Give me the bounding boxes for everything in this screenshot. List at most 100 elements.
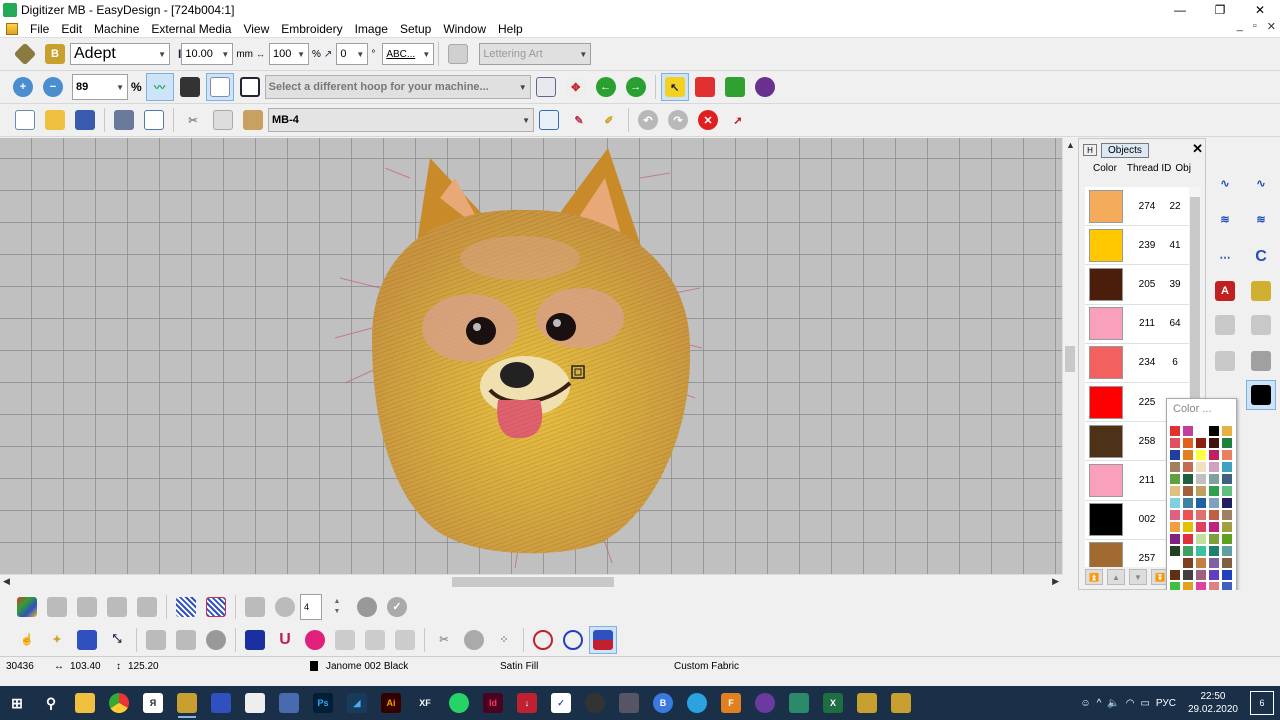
taskbar-app-j[interactable]: [852, 688, 882, 718]
pattern-tool-button[interactable]: [1246, 310, 1276, 340]
shape-b-button[interactable]: [361, 626, 389, 654]
color-swatch[interactable]: [1169, 425, 1181, 437]
scroll-thumb[interactable]: [452, 577, 614, 587]
scroll-up-icon[interactable]: ▲: [1066, 140, 1075, 150]
rotate-ccw-button[interactable]: [559, 626, 587, 654]
minimize-button[interactable]: —: [1160, 0, 1200, 20]
show-hoop-button[interactable]: [176, 73, 204, 101]
move-hoop-button[interactable]: ✥: [562, 73, 590, 101]
color-replace-button[interactable]: [721, 73, 749, 101]
color-swatch[interactable]: [1195, 497, 1207, 509]
hoop-select-button[interactable]: [236, 73, 264, 101]
language-indicator[interactable]: РУС: [1156, 698, 1176, 709]
color-swatch[interactable]: [1208, 545, 1220, 557]
color-swatch[interactable]: [1169, 557, 1181, 569]
color-swatch[interactable]: [1169, 509, 1181, 521]
paint-tool-button[interactable]: [1246, 346, 1276, 376]
taskbar-telegram[interactable]: [682, 688, 712, 718]
color-swatch[interactable]: [1195, 473, 1207, 485]
object-row[interactable]: 239 41: [1085, 226, 1189, 266]
text-style-select[interactable]: ABC... ▼: [382, 43, 435, 65]
taskbar-download[interactable]: ↓: [512, 688, 542, 718]
menu-setup[interactable]: Setup: [394, 22, 437, 36]
color-swatch[interactable]: [1208, 533, 1220, 545]
menu-window[interactable]: Window: [437, 22, 492, 36]
person-icon[interactable]: ☺: [1080, 698, 1090, 709]
color-swatch[interactable]: [1208, 485, 1220, 497]
taskbar-whatsapp[interactable]: [444, 688, 474, 718]
color-swatch[interactable]: [1221, 485, 1233, 497]
magic-wand-button[interactable]: ✦: [43, 626, 71, 654]
move-down-button[interactable]: ▼: [1129, 569, 1147, 585]
color-swatch[interactable]: [1221, 437, 1233, 449]
object-row[interactable]: 211 64: [1085, 304, 1189, 344]
clock[interactable]: 22:50 29.02.2020: [1188, 690, 1238, 716]
taskbar-app-d[interactable]: [580, 688, 610, 718]
color-swatch[interactable]: [1182, 461, 1194, 473]
hoop-select[interactable]: Select a different hoop for your machine…: [264, 75, 531, 99]
fill-tool-button[interactable]: ≋: [1210, 204, 1240, 234]
color-swatch[interactable]: [1182, 569, 1194, 581]
palette-button[interactable]: [751, 73, 779, 101]
rotate-button[interactable]: [133, 593, 161, 621]
taskbar-indesign[interactable]: Id: [478, 688, 508, 718]
color-swatch[interactable]: [1195, 449, 1207, 461]
color-swatch[interactable]: [1208, 557, 1220, 569]
menu-image[interactable]: Image: [349, 22, 394, 36]
stepper-arrows[interactable]: ▲ ▼: [323, 593, 351, 621]
zoom-in-button[interactable]: +: [9, 73, 37, 101]
color-swatch[interactable]: [1169, 569, 1181, 581]
save-button[interactable]: [71, 106, 99, 134]
undo-button[interactable]: ↶: [634, 106, 662, 134]
select-tool-button[interactable]: ↖: [660, 73, 689, 101]
taskbar-app-e[interactable]: [614, 688, 644, 718]
font-select[interactable]: Adept ▼: [70, 43, 170, 65]
color-swatch[interactable]: [1169, 521, 1181, 533]
color-swatch[interactable]: [1169, 497, 1181, 509]
color-swatch[interactable]: [1208, 425, 1220, 437]
object-row[interactable]: 234 6: [1085, 343, 1189, 383]
hand-tool-button[interactable]: ☝: [13, 626, 41, 654]
trace-tool-button[interactable]: [1210, 346, 1240, 376]
reshape-button[interactable]: [103, 593, 131, 621]
taskbar-explorer[interactable]: [70, 688, 100, 718]
multicolor-button[interactable]: [13, 593, 41, 621]
color-swatch[interactable]: [1208, 569, 1220, 581]
menu-machine[interactable]: Machine: [88, 22, 145, 36]
fill-pattern-alt-button[interactable]: [202, 593, 230, 621]
object-row[interactable]: 205 39: [1085, 265, 1189, 305]
color-swatch[interactable]: [1221, 473, 1233, 485]
angle-input[interactable]: 0 ▼: [336, 43, 369, 65]
color-swatch[interactable]: [1195, 425, 1207, 437]
color-swatch[interactable]: [1195, 545, 1207, 557]
count-stepper[interactable]: 4: [300, 593, 322, 620]
color-swatch[interactable]: [1208, 437, 1220, 449]
object-row[interactable]: 274 22: [1085, 187, 1189, 227]
scale-button[interactable]: [172, 626, 200, 654]
color-swatch[interactable]: [1195, 569, 1207, 581]
fill-line-tool-button[interactable]: ≋: [1246, 204, 1276, 234]
network-icon[interactable]: ◠: [1126, 698, 1135, 709]
taskbar-illustrator[interactable]: Ai: [376, 688, 406, 718]
canvas-vertical-scrollbar[interactable]: ▲: [1062, 138, 1076, 574]
color-swatch[interactable]: [1182, 557, 1194, 569]
shape-c-button[interactable]: [391, 626, 419, 654]
curve-tool-button[interactable]: C: [1246, 242, 1276, 272]
color-swatch[interactable]: [1208, 473, 1220, 485]
pie-tool-button[interactable]: [353, 593, 381, 621]
color-swatch[interactable]: [1182, 497, 1194, 509]
color-swatch[interactable]: [1208, 497, 1220, 509]
write-to-card-button[interactable]: [535, 106, 563, 134]
color-swatch[interactable]: [1182, 533, 1194, 545]
copy-button[interactable]: [209, 106, 237, 134]
color-swatch[interactable]: [1221, 569, 1233, 581]
settings-button[interactable]: [271, 593, 299, 621]
color-swatch[interactable]: [1221, 533, 1233, 545]
tab-objects[interactable]: Objects: [1101, 142, 1149, 158]
next-hoop-button[interactable]: →: [622, 73, 650, 101]
lettering-tool-button[interactable]: A: [1210, 276, 1240, 306]
fill-pattern-button[interactable]: [172, 593, 200, 621]
color-swatch[interactable]: [1208, 449, 1220, 461]
color-swatch[interactable]: [1195, 485, 1207, 497]
color-swatch[interactable]: [1221, 545, 1233, 557]
